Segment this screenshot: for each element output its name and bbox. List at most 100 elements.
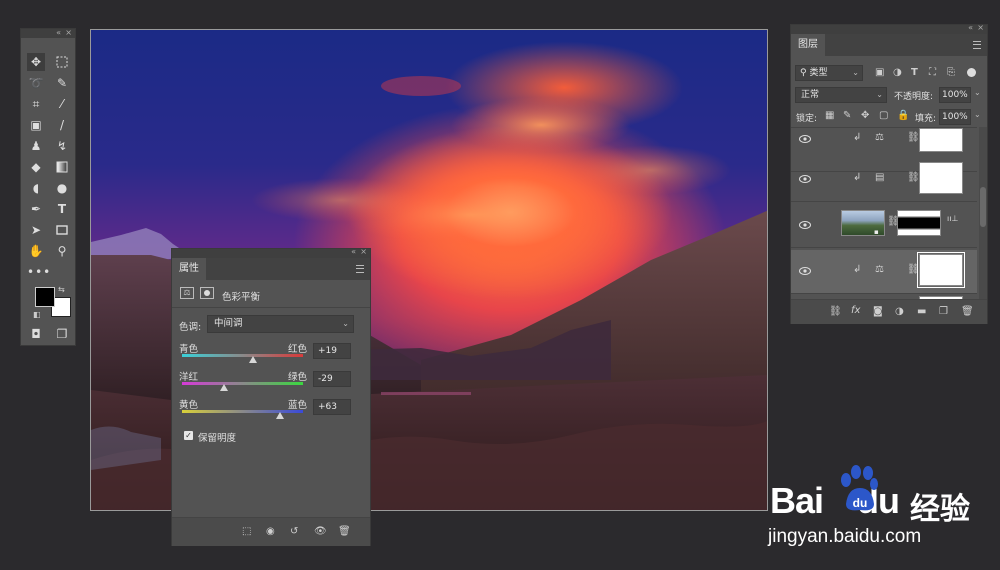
- filter-adjustment-icon[interactable]: ◑: [893, 67, 902, 79]
- new-layer-icon[interactable]: ❐: [939, 306, 948, 318]
- filter-pixel-icon[interactable]: ▣: [875, 67, 884, 79]
- eraser-tool-icon[interactable]: ◆: [27, 158, 45, 176]
- layer-row-selected[interactable]: ↲ ⚖ ⛓: [791, 250, 977, 294]
- default-colors-icon[interactable]: ◧: [33, 310, 41, 319]
- add-mask-icon[interactable]: ◙: [873, 306, 883, 318]
- foreground-color-swatch[interactable]: [35, 287, 55, 307]
- close-icon[interactable]: ×: [360, 247, 367, 256]
- balance-scale-icon: ⚖: [875, 132, 884, 143]
- slider-value-input[interactable]: -29: [313, 371, 351, 387]
- chevron-down-icon[interactable]: ⌄: [974, 110, 981, 119]
- chain-link-icon[interactable]: ⛓: [907, 132, 920, 144]
- rectangle-tool-icon[interactable]: [53, 221, 71, 239]
- slider-thumb[interactable]: [249, 356, 258, 363]
- layer-mask-thumbnail[interactable]: [917, 252, 965, 288]
- fill-input[interactable]: 100%: [939, 109, 971, 125]
- lasso-tool-icon[interactable]: ➰: [27, 74, 45, 92]
- tab-properties[interactable]: 属性: [172, 258, 206, 280]
- delete-icon[interactable]: 🗑: [338, 526, 351, 538]
- dodge-tool-icon[interactable]: ●: [53, 179, 71, 197]
- layer-effects-icon[interactable]: ıı⊥: [947, 214, 958, 223]
- chain-link-icon[interactable]: ⛓: [907, 172, 920, 184]
- swap-colors-icon[interactable]: ⇆: [58, 285, 65, 294]
- color-slider-track[interactable]: [182, 410, 303, 413]
- slider-thumb[interactable]: [276, 412, 284, 419]
- gradient-tool-icon[interactable]: [53, 158, 71, 176]
- clip-to-layer-icon[interactable]: ⬚: [242, 526, 251, 538]
- close-icon[interactable]: ×: [65, 28, 72, 37]
- eye-icon[interactable]: [799, 134, 811, 144]
- lock-all-icon[interactable]: 🔒: [897, 110, 909, 122]
- collapse-icon[interactable]: «: [351, 247, 356, 256]
- view-previous-icon[interactable]: ◉: [266, 526, 275, 538]
- new-adjustment-icon[interactable]: ◑: [895, 306, 904, 318]
- screen-mode-icon[interactable]: ❐: [53, 325, 71, 343]
- collapse-icon[interactable]: «: [968, 23, 973, 32]
- collapse-icon[interactable]: «: [56, 28, 61, 37]
- close-icon[interactable]: ×: [977, 23, 984, 32]
- delete-layer-icon[interactable]: 🗑: [961, 306, 974, 318]
- layer-filter-select[interactable]: ⚲ 类型 ⌄: [795, 65, 863, 81]
- pen-tool-icon[interactable]: ✒: [27, 200, 45, 218]
- layer-row[interactable]: ▪ ⛓ ıı⊥: [791, 204, 977, 248]
- slider-left-label: 黄色: [179, 400, 199, 411]
- history-brush-icon[interactable]: ↯: [53, 137, 71, 155]
- preserve-luminosity-checkbox[interactable]: ✓: [184, 431, 193, 440]
- hand-tool-icon[interactable]: ✋: [27, 242, 45, 260]
- slider-value-input[interactable]: +19: [313, 343, 351, 359]
- chevron-down-icon[interactable]: ⌄: [974, 88, 981, 97]
- blur-tool-icon[interactable]: ◖: [27, 179, 45, 197]
- healing-brush-icon[interactable]: ▣: [27, 116, 45, 134]
- layer-mask-thumbnail[interactable]: [919, 128, 963, 152]
- lock-transparent-icon[interactable]: ▦: [825, 110, 834, 122]
- more-tools-icon[interactable]: •••: [27, 263, 50, 281]
- filter-shape-icon[interactable]: ⛶: [929, 67, 936, 79]
- slider-value-input[interactable]: +63: [313, 399, 351, 415]
- lock-artboard-icon[interactable]: ▢: [879, 110, 888, 122]
- blend-mode-select[interactable]: 正常 ⌄: [795, 87, 887, 103]
- quick-select-icon[interactable]: ✎: [53, 74, 71, 92]
- eye-icon[interactable]: [799, 220, 811, 230]
- lock-position-icon[interactable]: ✥: [861, 110, 869, 122]
- layer-row[interactable]: ↲ ▤ ⛓: [791, 158, 977, 202]
- move-tool-icon[interactable]: ✥: [27, 53, 45, 71]
- type-tool-icon[interactable]: T: [53, 200, 71, 218]
- properties-panel-header: « ×: [172, 247, 370, 258]
- filter-type-icon[interactable]: T: [911, 67, 918, 79]
- lock-pixels-icon[interactable]: ✎: [843, 110, 851, 122]
- link-layers-icon[interactable]: ⛓: [829, 306, 842, 318]
- layer-mask-thumbnail[interactable]: [897, 210, 941, 236]
- stamp-tool-icon[interactable]: ♟: [27, 137, 45, 155]
- slider-thumb[interactable]: [220, 384, 229, 391]
- opacity-input[interactable]: 100%: [939, 87, 971, 103]
- tab-layers[interactable]: 图层: [791, 34, 825, 56]
- chevron-down-icon: ⌄: [876, 90, 883, 99]
- search-icon: ⚲: [800, 68, 807, 78]
- filter-toggle-icon[interactable]: [967, 68, 976, 77]
- eye-icon[interactable]: [799, 174, 811, 184]
- panel-menu-icon[interactable]: [356, 265, 364, 273]
- brush-tool-icon[interactable]: /: [53, 116, 71, 134]
- zoom-tool-icon[interactable]: ⚲: [53, 242, 71, 260]
- layer-mask-thumbnail[interactable]: [919, 162, 963, 194]
- panel-menu-icon[interactable]: [973, 41, 981, 49]
- layer-scrollbar[interactable]: [979, 127, 987, 299]
- visibility-icon[interactable]: 👁: [314, 526, 327, 538]
- scrollbar-thumb[interactable]: [980, 187, 986, 227]
- new-group-icon[interactable]: ▬: [917, 306, 926, 318]
- tone-select[interactable]: 中间调 ⌄: [207, 315, 354, 333]
- quick-mask-icon[interactable]: ◘: [27, 325, 45, 343]
- mask-icon[interactable]: [200, 287, 214, 299]
- crop-tool-icon[interactable]: ⌗: [27, 95, 45, 113]
- path-select-icon[interactable]: ➤: [27, 221, 45, 239]
- eye-icon[interactable]: [799, 266, 811, 276]
- reset-icon[interactable]: ↺: [290, 526, 298, 538]
- layers-panel: « × 图层 ⚲ 类型 ⌄ ▣ ◑ T ⛶ ⎘ 正常 ⌄ 不透明度: 100% …: [790, 23, 988, 324]
- fx-icon[interactable]: fx: [851, 305, 860, 317]
- color-slider-track[interactable]: [182, 382, 303, 385]
- chain-link-icon[interactable]: ⛓: [907, 264, 920, 276]
- marquee-tool-icon[interactable]: [53, 53, 71, 71]
- eyedropper-icon[interactable]: ⁄: [53, 95, 71, 113]
- color-slider-track[interactable]: [182, 354, 303, 357]
- filter-smart-icon[interactable]: ⎘: [947, 67, 955, 79]
